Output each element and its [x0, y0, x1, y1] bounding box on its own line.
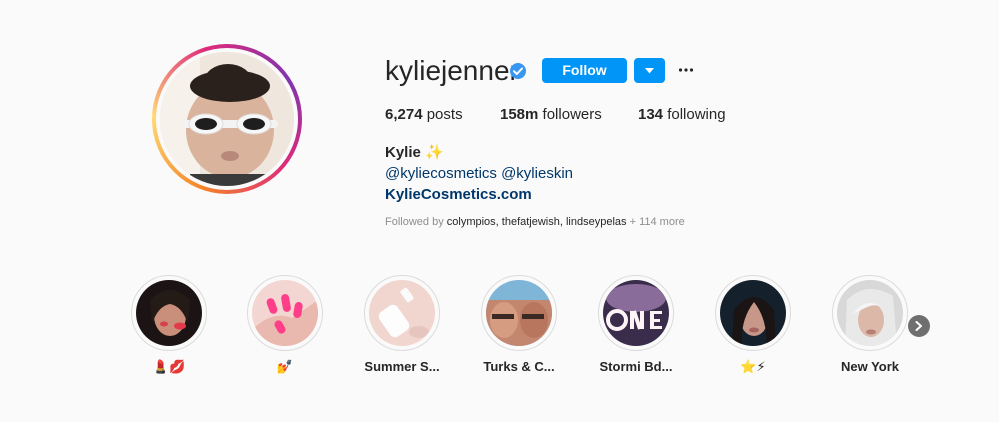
highlight-ring [481, 275, 557, 351]
highlight-label: Summer S... [364, 359, 440, 374]
following-stat[interactable]: 134 following [638, 105, 726, 125]
highlight-cover [252, 280, 318, 346]
story-highlight[interactable]: ⭐⚡ [715, 275, 791, 374]
posts-count: 6,274 [385, 106, 423, 123]
more-options-icon[interactable] [678, 62, 694, 78]
posts-stat: 6,274 posts [385, 105, 463, 125]
verified-badge-icon [509, 62, 527, 80]
highlight-label: Stormi Bd... [599, 359, 673, 374]
highlight-cover [136, 280, 202, 346]
following-label: following [667, 106, 726, 123]
highlight-label: 💄💋 [152, 359, 186, 374]
follow-button[interactable]: Follow [542, 58, 627, 83]
followed-by-prefix: Followed by [385, 216, 444, 228]
profile-username: kyliejenner [385, 55, 519, 86]
avatar-photo [160, 52, 294, 186]
bio-full-name: Kylie ✨ [385, 144, 444, 161]
highlight-label: Turks & C... [483, 359, 555, 374]
following-count: 134 [638, 106, 664, 123]
highlight-cover [369, 280, 435, 346]
followers-stat[interactable]: 158m followers [500, 105, 602, 125]
next-highlights-arrow-icon[interactable] [908, 315, 930, 337]
story-highlight[interactable]: Summer S... [364, 275, 440, 374]
highlight-cover [603, 280, 669, 346]
story-highlight[interactable]: Stormi Bd... [598, 275, 674, 374]
highlight-ring [715, 275, 791, 351]
story-highlight[interactable]: Turks & C... [481, 275, 557, 374]
highlight-ring [598, 275, 674, 351]
highlight-label: ⭐⚡ [740, 359, 766, 374]
highlight-label: 💅 [276, 359, 294, 374]
highlight-ring [832, 275, 908, 351]
story-highlight[interactable]: New York [832, 275, 908, 374]
caret-down-icon [645, 68, 654, 74]
bio-mentions[interactable]: @kyliecosmetics @kylieskin [385, 164, 573, 184]
bio-website-link[interactable]: KylieCosmetics.com [385, 185, 532, 205]
followed-by-names[interactable]: colympios, thefatjewish, lindseypelas [447, 216, 627, 228]
posts-label: posts [426, 106, 463, 123]
highlight-ring [364, 275, 440, 351]
profile-avatar[interactable] [152, 44, 302, 194]
highlight-ring [247, 275, 323, 351]
highlight-cover [720, 280, 786, 346]
followed-by[interactable]: Followed by colympios, thefatjewish, lin… [385, 215, 685, 229]
highlight-cover [837, 280, 903, 346]
highlight-ring [131, 275, 207, 351]
followers-label: followers [542, 106, 602, 123]
followed-by-more[interactable]: + 114 more [630, 216, 685, 228]
suggested-accounts-dropdown-button[interactable] [634, 58, 665, 83]
followers-count: 158m [500, 106, 539, 123]
highlight-cover [486, 280, 552, 346]
story-highlight[interactable]: 💄💋 [131, 275, 207, 374]
story-highlight[interactable]: 💅 [247, 275, 323, 374]
highlight-label: New York [840, 359, 900, 374]
